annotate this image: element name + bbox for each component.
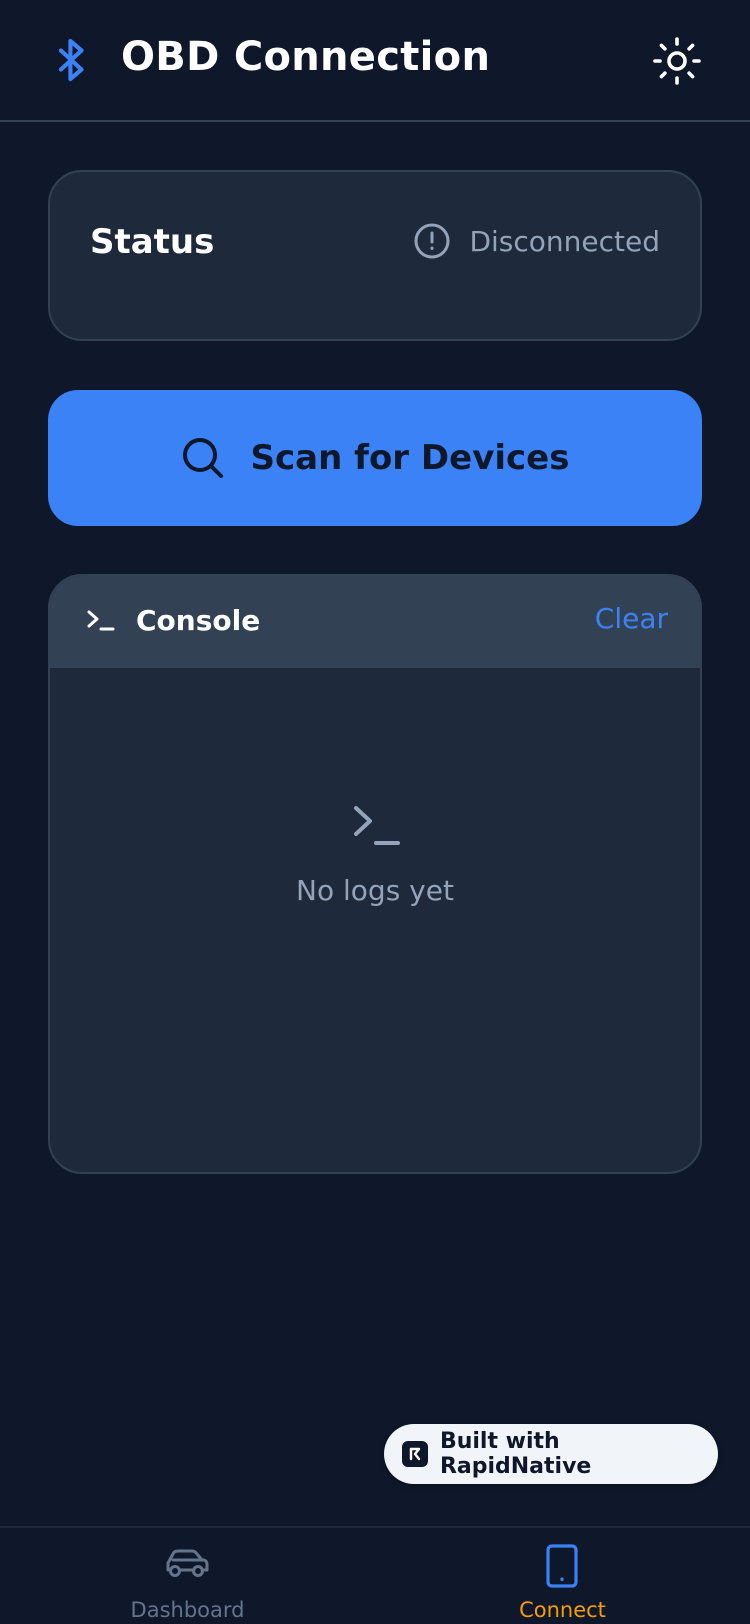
scan-button-label: Scan for Devices bbox=[250, 438, 570, 478]
tab-dashboard[interactable]: Dashboard bbox=[0, 1528, 375, 1624]
badge-label: Built with RapidNative bbox=[439, 1429, 592, 1479]
clear-console-button[interactable]: Clear bbox=[595, 602, 668, 635]
header: OBD Connection bbox=[0, 0, 750, 122]
status-card: Status Disconnected bbox=[48, 170, 702, 341]
alert-circle-icon bbox=[414, 223, 450, 259]
smartphone-icon bbox=[546, 1544, 578, 1588]
terminal-icon bbox=[87, 610, 115, 631]
bluetooth-icon bbox=[58, 38, 84, 82]
console-log-area: No logs yet bbox=[50, 668, 700, 1172]
status-text: Disconnected bbox=[469, 224, 660, 258]
terminal-icon bbox=[354, 806, 400, 845]
theme-toggle-button[interactable] bbox=[652, 36, 702, 86]
tab-connect-label: Connect bbox=[519, 1598, 606, 1622]
sun-icon bbox=[653, 37, 701, 85]
scan-devices-button[interactable]: Scan for Devices bbox=[48, 390, 702, 526]
empty-logs-text: No logs yet bbox=[296, 874, 454, 907]
car-icon bbox=[166, 1549, 209, 1577]
status-title: Status bbox=[90, 222, 215, 262]
built-with-badge[interactable]: Built with RapidNative bbox=[384, 1424, 718, 1484]
tab-connect[interactable]: Connect bbox=[375, 1528, 750, 1624]
app-root: OBD Connection Status Disconnected Scan … bbox=[0, 0, 750, 1624]
console-header: Console Clear bbox=[50, 576, 700, 668]
search-icon bbox=[182, 438, 223, 478]
rapidnative-logo-icon bbox=[402, 1441, 428, 1467]
tab-dashboard-label: Dashboard bbox=[130, 1598, 245, 1622]
console-title: Console bbox=[136, 604, 261, 637]
console-card: Console Clear No logs yet bbox=[48, 574, 702, 1174]
page-title: OBD Connection bbox=[121, 34, 491, 80]
bottom-tab-bar: Dashboard Connect bbox=[0, 1526, 750, 1624]
connection-status: Disconnected bbox=[413, 222, 660, 260]
